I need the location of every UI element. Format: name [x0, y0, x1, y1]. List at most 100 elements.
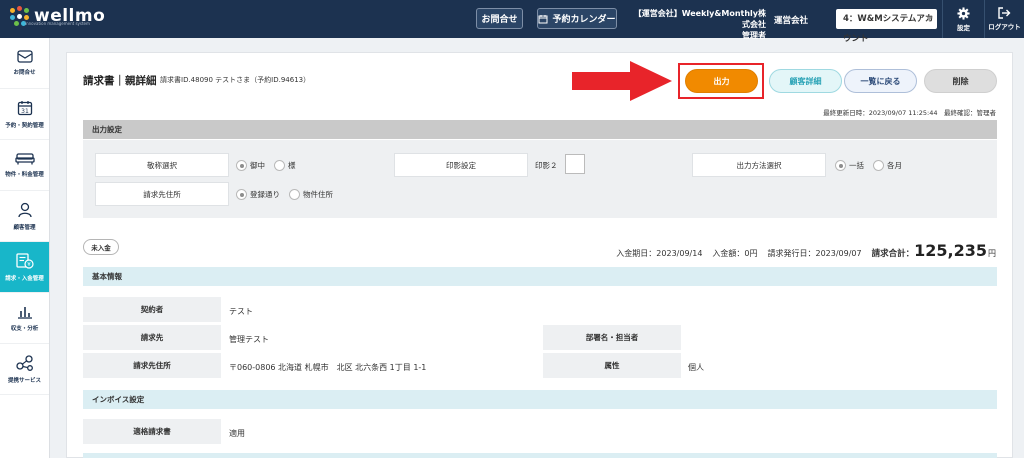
network-icon [15, 354, 33, 371]
output-settings-header: 出力設定 [83, 120, 997, 139]
gear-icon [957, 6, 970, 20]
top-header: wellmo innovation management system お問合せ… [0, 0, 1024, 44]
customer-detail-button[interactable]: 顧客詳細 [769, 69, 842, 93]
radio-label: 各月 [887, 161, 902, 170]
envelope-icon [16, 50, 33, 63]
attribute-value: 個人 [688, 363, 704, 372]
operating-company-value: 4：W&Mシステムアカウント [843, 14, 934, 44]
label-text: 請求先住所 [143, 189, 181, 199]
sidebar-item-label: お問合せ [13, 70, 36, 76]
seal-value: 印影２ [535, 160, 558, 171]
contact-button-label: お問合せ [481, 15, 518, 25]
output-method-radio-group: 一括 各月 [835, 160, 902, 171]
delete-button-label: 削除 [952, 76, 969, 86]
invoice-settings-header: インボイス設定 [83, 390, 997, 409]
label-text: 敬称選択 [147, 160, 177, 170]
radio-bulk[interactable] [835, 160, 846, 171]
back-to-list-button[interactable]: 一覧に戻る [844, 69, 917, 93]
seal-label: 印影設定 [394, 153, 528, 177]
label-text: 出力方法選択 [736, 160, 782, 170]
label-text: 請求先住所 [133, 361, 171, 370]
sidebar-item-billing[interactable]: ¥ 請求・入金管理 [0, 242, 49, 293]
operating-company-select[interactable]: 4：W&Mシステムアカウント ▼ [836, 9, 937, 44]
billing-to-label: 請求先 [83, 325, 221, 350]
billing-address-label: 請求先住所 [95, 182, 229, 206]
reservation-calendar-button[interactable]: 予約カレンダー [537, 8, 617, 29]
label-text: 属性 [604, 361, 620, 370]
basic-info-header: 基本情報 [83, 267, 997, 286]
back-to-list-label: 一覧に戻る [860, 76, 901, 86]
svg-text:¥: ¥ [27, 262, 31, 268]
billing-summary: 入金期日：2023/09/14 入金額：0円 請求発行日：2023/09/07 … [616, 241, 996, 260]
radio-label: 登録通り [250, 190, 280, 199]
logo-tagline: innovation management system [25, 21, 90, 26]
radio-label: 御中 [250, 161, 265, 170]
sidebar-item-reservations[interactable]: 31 予約・契約管理 [0, 89, 49, 140]
label-text: 請求先 [140, 333, 164, 342]
page-title: 請求書｜親詳細 [83, 75, 157, 87]
radio-monthly[interactable] [873, 160, 884, 171]
sidebar-item-inquiry[interactable]: お問合せ [0, 38, 49, 89]
logout-button[interactable]: ログアウト [984, 0, 1024, 38]
calendar-button-label: 予約カレンダー [552, 15, 616, 25]
paid-amount: 入金額：0円 [712, 249, 758, 258]
chevron-down-icon: ▼ [926, 15, 932, 23]
output-button[interactable]: 出力 [685, 69, 758, 93]
section-title: 出力設定 [92, 125, 122, 134]
calendar-icon: 31 [17, 100, 32, 115]
radio-sama[interactable] [274, 160, 285, 171]
seal-image[interactable] [565, 154, 585, 174]
sidebar-item-label: 顧客管理 [13, 224, 36, 231]
attribute-label: 属性 [543, 353, 681, 378]
label-text: 契約者 [140, 305, 164, 314]
sidebar-item-analytics[interactable]: 収支・分析 [0, 293, 49, 344]
customer-detail-label: 顧客詳細 [789, 76, 822, 86]
logout-icon [998, 7, 1011, 19]
address-radio-group: 登録通り 物件住所 [236, 189, 333, 200]
billing-to-value: 管理テスト [229, 335, 269, 344]
svg-text:31: 31 [21, 108, 29, 115]
radio-label: 様 [288, 161, 296, 170]
radio-label: 一括 [849, 161, 864, 170]
department-label: 部署名・担当者 [543, 325, 681, 350]
due-date: 入金期日：2023/09/14 [616, 249, 703, 258]
label-text: 適格請求書 [133, 427, 171, 436]
settings-button[interactable]: 設定 [942, 0, 984, 38]
sidebar-item-label: 物件・料金管理 [5, 172, 44, 178]
company-info: 【運営会社】Weekly&Monthly株式会社 管理者 [630, 8, 766, 41]
billing-address-value: 〒060-0806 北海道 札幌市 北区 北六条西 1丁目 1-1 [229, 363, 427, 372]
radio-property-address[interactable] [289, 189, 300, 200]
delete-button[interactable]: 削除 [924, 69, 997, 93]
sidebar-item-properties[interactable]: 物件・料金管理 [0, 140, 49, 191]
sidebar-item-customers[interactable]: 顧客管理 [0, 191, 49, 242]
status-badge-label: 未入金 [91, 244, 111, 252]
company-name: 【運営会社】Weekly&Monthly株式会社 [633, 9, 766, 29]
settings-label: 設定 [957, 23, 970, 32]
contractor-value: テスト [229, 307, 253, 316]
total-label: 請求合計： [871, 249, 915, 259]
output-settings-panel: 敬称選択 御中 様 印影設定 印影２ 出力方法選択 一括 各月 請求先住所 登録… [83, 140, 997, 218]
honorific-label: 敬称選択 [95, 153, 229, 177]
label-text: 部署名・担当者 [585, 333, 639, 342]
contact-button[interactable]: お問合せ [476, 8, 523, 29]
sidebar-item-label: 請求・入金管理 [5, 275, 44, 282]
sidebar-item-label: 予約・契約管理 [5, 122, 44, 129]
issue-date: 請求発行日：2023/09/07 [767, 249, 862, 258]
last-updated: 最終更新日時：2023/09/07 11:25:44 最終確認：管理者 [823, 109, 996, 117]
seal-value-text: 印影２ [535, 161, 558, 170]
currency-unit: 円 [988, 249, 996, 258]
sidebar-item-partners[interactable]: 提携サービス [0, 344, 49, 395]
honorific-radio-group: 御中 様 [236, 160, 296, 171]
radio-label: 物件住所 [303, 190, 333, 199]
page-subtitle: 請求書ID.48090 テストさま（予約ID.94613） [160, 76, 311, 84]
qualified-invoice-label: 適格請求書 [83, 419, 221, 444]
next-section-header [83, 453, 997, 458]
invoice-yen-icon: ¥ [15, 252, 34, 269]
output-button-label: 出力 [713, 76, 730, 86]
radio-onchu[interactable] [236, 160, 247, 171]
radio-registered[interactable] [236, 189, 247, 200]
label-text: 印影設定 [446, 160, 476, 170]
sidebar-item-label: 提携サービス [7, 377, 41, 384]
user-role: 管理者 [742, 31, 766, 40]
output-method-label: 出力方法選択 [692, 153, 826, 177]
